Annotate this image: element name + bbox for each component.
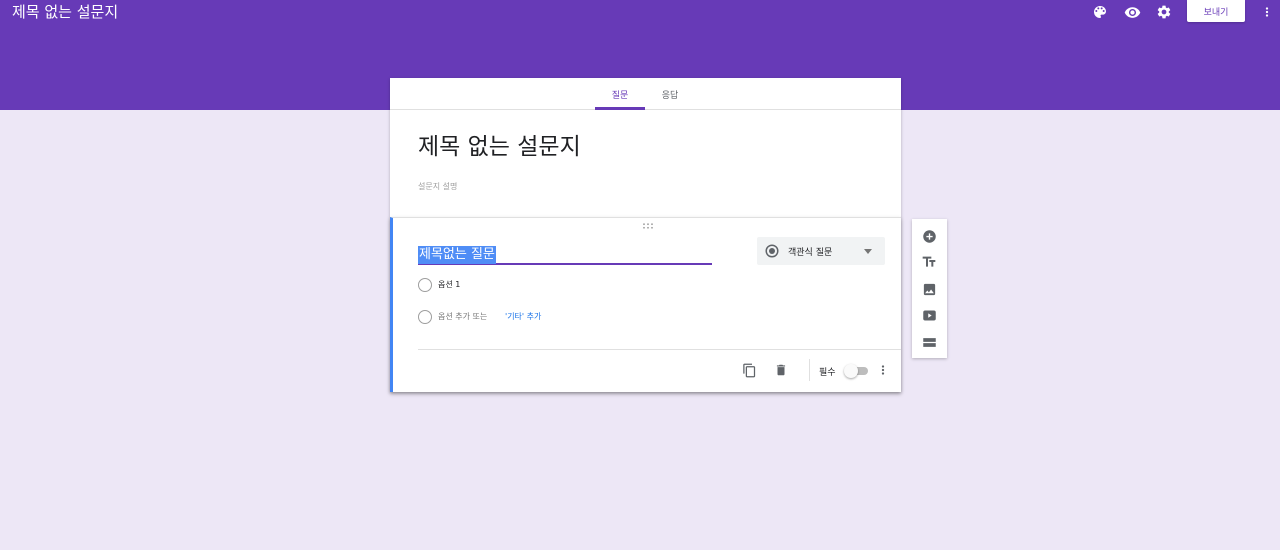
more-vert-icon[interactable]	[1257, 2, 1277, 22]
form-description-field[interactable]: 설문지 설명	[418, 181, 457, 192]
footer-separator	[809, 359, 810, 381]
doc-title[interactable]: 제목 없는 설문지	[12, 3, 118, 21]
required-label: 필수	[819, 368, 836, 378]
toggle-thumb	[844, 364, 858, 378]
radio-unchecked-icon	[418, 278, 432, 292]
add-question-icon[interactable]	[920, 227, 938, 245]
tab-responses[interactable]: 응답	[645, 78, 695, 110]
option-label[interactable]: 옵션 1	[438, 279, 460, 290]
radio-checked-icon	[765, 244, 779, 258]
palette-icon[interactable]	[1090, 2, 1110, 22]
question-title-input[interactable]: 제목없는 질문	[418, 243, 712, 265]
active-tab-indicator	[595, 107, 645, 110]
delete-trash-icon[interactable]	[773, 362, 789, 378]
question-title-text: 제목없는 질문	[418, 246, 496, 264]
add-section-icon[interactable]	[920, 333, 938, 351]
duplicate-icon[interactable]	[741, 362, 757, 378]
question-card[interactable]: 제목없는 질문 객관식 질문 옵션 1 옵션 추가 또는 '기타' 추가 필수	[390, 217, 901, 392]
tab-questions[interactable]: 질문	[595, 78, 645, 110]
add-image-icon[interactable]	[920, 280, 938, 298]
send-button[interactable]: 보내기	[1187, 0, 1245, 22]
question-type-label: 객관식 질문	[788, 248, 833, 258]
radio-unchecked-icon	[418, 310, 432, 324]
settings-gear-icon[interactable]	[1154, 2, 1174, 22]
drag-handle-icon[interactable]	[641, 222, 655, 230]
more-vert-icon[interactable]	[875, 362, 891, 378]
required-toggle[interactable]	[844, 364, 868, 378]
add-title-icon[interactable]	[920, 253, 938, 271]
preview-eye-icon[interactable]	[1122, 2, 1142, 22]
add-option-row: 옵션 추가 또는 '기타' 추가	[418, 309, 718, 325]
form-title[interactable]: 제목 없는 설문지	[418, 133, 581, 161]
question-type-dropdown[interactable]: 객관식 질문	[757, 237, 885, 265]
option-row[interactable]: 옵션 1	[418, 277, 718, 293]
footer-divider	[418, 349, 901, 350]
add-other-link[interactable]: '기타' 추가	[505, 311, 541, 322]
add-option-link[interactable]: 옵션 추가 또는	[438, 311, 487, 322]
chevron-down-icon	[864, 249, 872, 254]
add-video-icon[interactable]	[920, 306, 938, 324]
form-tabs: 질문 응답	[390, 78, 901, 110]
side-toolbar	[912, 219, 947, 358]
